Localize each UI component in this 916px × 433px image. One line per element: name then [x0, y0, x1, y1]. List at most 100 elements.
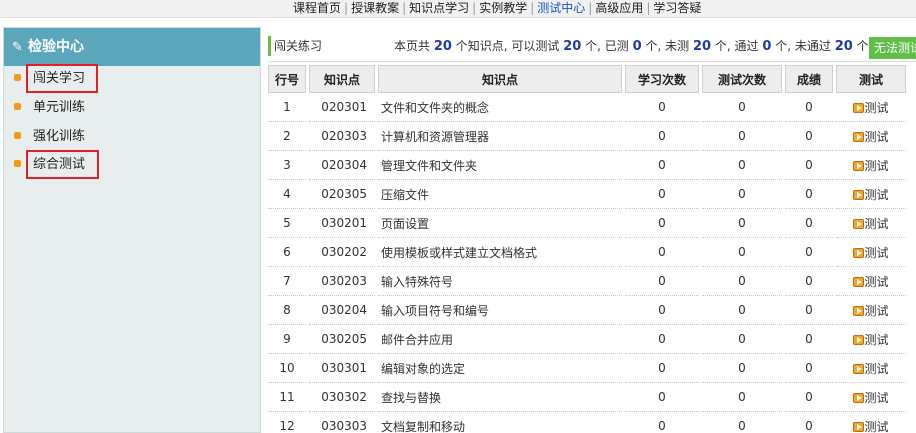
knowledge-id: 030301: [309, 354, 375, 383]
knowledge-name: 压缩文件: [378, 180, 622, 209]
row-number: 1: [268, 93, 306, 122]
score: 0: [785, 209, 833, 238]
test-play-icon: [853, 276, 865, 287]
test-action-cell: 测试: [836, 354, 906, 383]
score: 0: [785, 151, 833, 180]
test-link[interactable]: 测试: [853, 275, 889, 289]
test-count: 0: [702, 122, 782, 151]
knowledge-name: 邮件合并应用: [378, 325, 622, 354]
col-test-count: 测试次数: [702, 65, 782, 93]
total-count: 20: [433, 39, 452, 54]
table-row: 9 030205 邮件合并应用 0 0 0 测试: [268, 325, 906, 354]
knowledge-id: 020303: [309, 122, 375, 151]
table-row: 10 030301 编辑对象的选定 0 0 0 测试: [268, 354, 906, 383]
study-count: 0: [625, 93, 699, 122]
sidebar-item-comprehensive-test[interactable]: 综合测试: [14, 150, 99, 179]
score: 0: [785, 383, 833, 412]
knowledge-id: 030302: [309, 383, 375, 412]
knowledge-name: 文档复制和移动: [378, 412, 622, 433]
nav-advanced-applications[interactable]: 高级应用: [595, 0, 643, 16]
pencil-icon: ✎: [12, 40, 23, 55]
study-count: 0: [625, 325, 699, 354]
score: 0: [785, 354, 833, 383]
test-action-cell: 测试: [836, 325, 906, 354]
knowledge-name: 输入项目符号和编号: [378, 296, 622, 325]
knowledge-id: 030202: [309, 238, 375, 267]
sidebar-item-intensive-training[interactable]: 强化训练: [14, 124, 85, 150]
test-link[interactable]: 测试: [853, 304, 889, 318]
study-count: 0: [625, 296, 699, 325]
table-header-row: 行号 知识点 知识点 学习次数 测试次数 成绩 测试: [268, 65, 906, 93]
study-count: 0: [625, 238, 699, 267]
knowledge-id: 020304: [309, 151, 375, 180]
passed-count: 0: [762, 39, 772, 54]
test-play-icon: [853, 131, 865, 142]
test-link-label: 测试: [864, 100, 889, 115]
test-action-cell: 测试: [836, 180, 906, 209]
test-link[interactable]: 测试: [853, 216, 889, 231]
col-score: 成绩: [785, 65, 833, 93]
score: 0: [785, 267, 833, 296]
test-play-icon: [853, 218, 865, 229]
test-link-label: 测试: [864, 187, 889, 202]
test-link[interactable]: 测试: [853, 129, 889, 144]
row-number: 11: [268, 383, 306, 412]
nav-course-home[interactable]: 课程首页: [293, 0, 341, 16]
test-link[interactable]: 测试: [853, 420, 889, 433]
nav-knowledge-learning[interactable]: 知识点学习: [409, 0, 469, 16]
table-row: 5 030201 页面设置 0 0 0 测试: [268, 209, 906, 238]
table-row: 6 030202 使用模板或样式建立文档格式 0 0 0 测试: [268, 238, 906, 267]
test-link-label: 测试: [864, 216, 889, 231]
table-row: 11 030302 查找与替换 0 0 0 测试: [268, 383, 906, 412]
row-number: 6: [268, 238, 306, 267]
score: 0: [785, 412, 833, 433]
bullet-icon: [14, 74, 21, 81]
col-study-count: 学习次数: [625, 65, 699, 93]
knowledge-name: 输入特殊符号: [378, 267, 622, 296]
cannot-test-button[interactable]: 无法测试: [869, 37, 916, 59]
test-link-label: 测试: [864, 129, 889, 144]
sidebar-item-pass-learning[interactable]: 闯关学习: [14, 64, 98, 93]
row-number: 8: [268, 296, 306, 325]
nav-test-center[interactable]: 测试中心: [537, 0, 585, 16]
study-count: 0: [625, 383, 699, 412]
knowledge-name: 管理文件和文件夹: [378, 151, 622, 180]
test-count: 0: [702, 383, 782, 412]
table-row: 8 030204 输入项目符号和编号 0 0 0 测试: [268, 296, 906, 325]
knowledge-name: 编辑对象的选定: [378, 354, 622, 383]
study-count: 0: [625, 209, 699, 238]
section-marker: [268, 36, 271, 56]
row-number: 3: [268, 151, 306, 180]
study-count: 0: [625, 354, 699, 383]
knowledge-id: 030201: [309, 209, 375, 238]
testable-count: 20: [563, 39, 582, 54]
row-number: 10: [268, 354, 306, 383]
knowledge-id: 030203: [309, 267, 375, 296]
nav-lesson-plans[interactable]: 授课教案: [351, 0, 399, 16]
test-play-icon: [853, 160, 865, 171]
nav-separator: |: [588, 1, 593, 15]
nav-separator: |: [344, 1, 349, 15]
test-play-icon: [853, 421, 865, 432]
table-row: 2 020303 计算机和资源管理器 0 0 0 测试: [268, 122, 906, 151]
nav-qa[interactable]: 学习答疑: [653, 0, 701, 16]
test-count: 0: [702, 296, 782, 325]
col-test-action: 测试: [836, 65, 906, 93]
test-link[interactable]: 测试: [853, 362, 889, 376]
test-count: 0: [702, 180, 782, 209]
table-row: 3 020304 管理文件和文件夹 0 0 0 测试: [268, 151, 906, 180]
test-link[interactable]: 测试: [853, 333, 889, 347]
test-count: 0: [702, 238, 782, 267]
col-row-number: 行号: [268, 65, 306, 93]
score: 0: [785, 180, 833, 209]
info-bar: 闯关练习 本页共 20 个知识点, 可以测试 20 个, 已测 0 个, 未测 …: [268, 30, 916, 62]
test-link[interactable]: 测试: [853, 391, 889, 405]
test-link[interactable]: 测试: [853, 246, 889, 260]
bullet-icon: [14, 103, 21, 110]
test-link[interactable]: 测试: [853, 159, 889, 173]
nav-example-teaching[interactable]: 实例教学: [479, 0, 527, 16]
test-link[interactable]: 测试: [853, 187, 889, 202]
test-link[interactable]: 测试: [853, 100, 889, 115]
sidebar-item-unit-training[interactable]: 单元训练: [14, 95, 85, 121]
sidebar-item-label: 单元训练: [33, 100, 86, 115]
